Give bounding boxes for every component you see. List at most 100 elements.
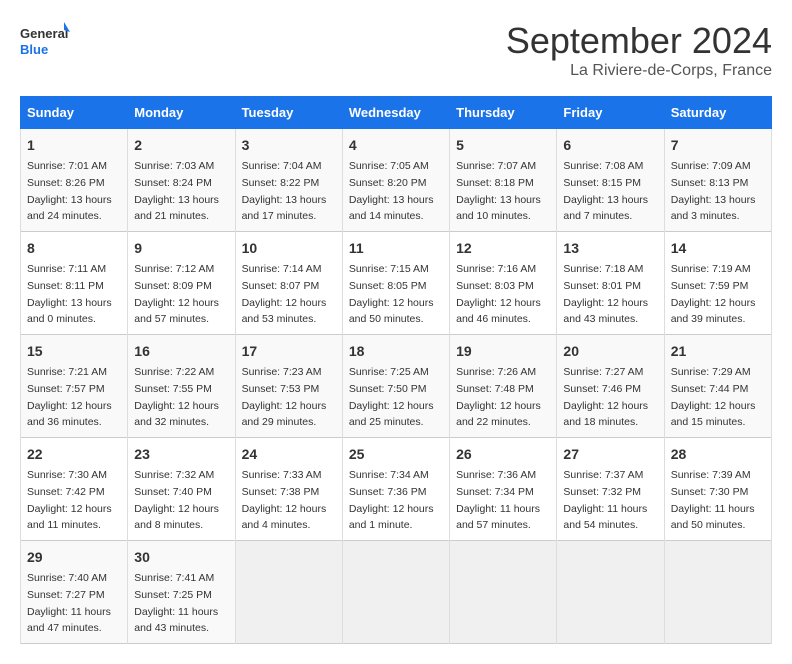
day-number: 21 [671, 341, 765, 362]
day-info: and 46 minutes. [456, 313, 531, 325]
day-number: 4 [349, 135, 443, 156]
day-info: and 43 minutes. [563, 313, 638, 325]
title-area: September 2024 La Riviere-de-Corps, Fran… [506, 20, 772, 80]
page-header: General Blue September 2024 La Riviere-d… [20, 20, 772, 80]
day-info: Sunset: 8:05 PM [349, 280, 427, 292]
day-cell: 13Sunrise: 7:18 AMSunset: 8:01 PMDayligh… [557, 232, 664, 335]
day-info: Sunrise: 7:03 AM [134, 160, 214, 172]
day-number: 20 [563, 341, 657, 362]
day-cell: 5Sunrise: 7:07 AMSunset: 8:18 PMDaylight… [450, 129, 557, 232]
column-header-thursday: Thursday [450, 97, 557, 129]
day-cell: 17Sunrise: 7:23 AMSunset: 7:53 PMDayligh… [235, 335, 342, 438]
day-info: and 8 minutes. [134, 519, 203, 531]
day-cell: 28Sunrise: 7:39 AMSunset: 7:30 PMDayligh… [664, 438, 771, 541]
day-info: Daylight: 13 hours [349, 194, 434, 206]
day-cell [664, 541, 771, 644]
day-info: Daylight: 11 hours [456, 503, 540, 515]
day-number: 1 [27, 135, 121, 156]
day-info: and 0 minutes. [27, 313, 96, 325]
day-info: Sunset: 8:01 PM [563, 280, 641, 292]
day-info: Sunrise: 7:15 AM [349, 263, 429, 275]
column-header-tuesday: Tuesday [235, 97, 342, 129]
day-info: Sunset: 7:55 PM [134, 383, 212, 395]
day-info: and 4 minutes. [242, 519, 311, 531]
day-number: 19 [456, 341, 550, 362]
day-number: 3 [242, 135, 336, 156]
day-info: Sunset: 7:40 PM [134, 486, 212, 498]
day-info: Sunset: 8:24 PM [134, 177, 212, 189]
day-info: Sunrise: 7:22 AM [134, 366, 214, 378]
day-info: Sunrise: 7:26 AM [456, 366, 536, 378]
day-info: Sunset: 7:50 PM [349, 383, 427, 395]
week-row-4: 22Sunrise: 7:30 AMSunset: 7:42 PMDayligh… [21, 438, 772, 541]
day-info: Sunset: 8:18 PM [456, 177, 534, 189]
day-info: Sunset: 7:25 PM [134, 589, 212, 601]
svg-text:Blue: Blue [20, 42, 48, 57]
day-cell: 4 Sunrise: 7:05 AM Sunset: 8:20 PM Daylight… [342, 129, 449, 232]
day-cell: 19Sunrise: 7:26 AMSunset: 7:48 PMDayligh… [450, 335, 557, 438]
day-cell: 23Sunrise: 7:32 AMSunset: 7:40 PMDayligh… [128, 438, 235, 541]
day-number: 8 [27, 238, 121, 259]
day-info: and 14 minutes. [349, 210, 424, 222]
day-number: 29 [27, 547, 121, 568]
calendar-table: SundayMondayTuesdayWednesdayThursdayFrid… [20, 96, 772, 644]
day-info: and 57 minutes. [456, 519, 531, 531]
day-number: 5 [456, 135, 550, 156]
day-info: Sunset: 7:42 PM [27, 486, 105, 498]
day-info: Daylight: 13 hours [27, 297, 112, 309]
day-info: Daylight: 12 hours [671, 400, 756, 412]
day-info: Sunrise: 7:05 AM [349, 160, 429, 172]
day-info: Sunset: 7:38 PM [242, 486, 320, 498]
day-cell: 9Sunrise: 7:12 AMSunset: 8:09 PMDaylight… [128, 232, 235, 335]
day-info: Sunrise: 7:16 AM [456, 263, 536, 275]
day-info: Daylight: 12 hours [27, 400, 112, 412]
day-info: Sunset: 7:32 PM [563, 486, 641, 498]
day-info: Sunrise: 7:29 AM [671, 366, 751, 378]
day-info: Sunset: 7:53 PM [242, 383, 320, 395]
day-info: Sunset: 7:46 PM [563, 383, 641, 395]
day-info: Sunrise: 7:01 AM [27, 160, 107, 172]
day-info: Sunrise: 7:14 AM [242, 263, 322, 275]
day-info: Sunset: 7:57 PM [27, 383, 105, 395]
day-info: and 17 minutes. [242, 210, 317, 222]
day-number: 14 [671, 238, 765, 259]
day-info: Daylight: 12 hours [134, 297, 219, 309]
day-info: and 47 minutes. [27, 622, 102, 634]
day-info: Daylight: 12 hours [563, 297, 648, 309]
day-info: Sunrise: 7:32 AM [134, 469, 214, 481]
day-info: Sunset: 8:09 PM [134, 280, 212, 292]
day-number: 12 [456, 238, 550, 259]
day-info: and 25 minutes. [349, 416, 424, 428]
week-row-1: 1 Sunrise: 7:01 AM Sunset: 8:26 PM Daylight… [21, 129, 772, 232]
day-info: Sunset: 7:44 PM [671, 383, 749, 395]
day-cell [557, 541, 664, 644]
day-info: Sunset: 8:26 PM [27, 177, 105, 189]
day-info: and 39 minutes. [671, 313, 746, 325]
day-cell: 2Sunrise: 7:03 AMSunset: 8:24 PMDaylight… [128, 129, 235, 232]
day-cell: 26Sunrise: 7:36 AMSunset: 7:34 PMDayligh… [450, 438, 557, 541]
day-cell: 1Sunrise: 7:01 AMSunset: 8:26 PMDaylight… [21, 129, 128, 232]
day-number: 15 [27, 341, 121, 362]
day-info: Sunrise: 7:40 AM [27, 572, 107, 584]
day-info: Sunrise: 7:39 AM [671, 469, 751, 481]
day-info: Sunrise: 7:23 AM [242, 366, 322, 378]
day-number: 28 [671, 444, 765, 465]
page-subtitle: La Riviere-de-Corps, France [506, 62, 772, 80]
day-number: 23 [134, 444, 228, 465]
day-info: Daylight: 11 hours [671, 503, 755, 515]
day-cell: 7Sunrise: 7:09 AMSunset: 8:13 PMDaylight… [664, 129, 771, 232]
day-cell: 18Sunrise: 7:25 AMSunset: 7:50 PMDayligh… [342, 335, 449, 438]
week-row-3: 15 Sunrise: 7:21 AM Sunset: 7:57 PM Dayligh… [21, 335, 772, 438]
day-info: and 57 minutes. [134, 313, 209, 325]
day-cell [235, 541, 342, 644]
day-info: and 36 minutes. [27, 416, 102, 428]
day-info: Daylight: 12 hours [349, 297, 434, 309]
day-cell: 10Sunrise: 7:14 AMSunset: 8:07 PMDayligh… [235, 232, 342, 335]
day-number: 24 [242, 444, 336, 465]
day-cell: 14Sunrise: 7:19 AMSunset: 7:59 PMDayligh… [664, 232, 771, 335]
week-row-2: 8Sunrise: 7:11 AMSunset: 8:11 PMDaylight… [21, 232, 772, 335]
day-info: Sunrise: 7:30 AM [27, 469, 107, 481]
day-info: Sunrise: 7:21 AM [27, 366, 107, 378]
day-info: Sunset: 8:15 PM [563, 177, 641, 189]
day-info: Sunset: 8:20 PM [349, 177, 427, 189]
